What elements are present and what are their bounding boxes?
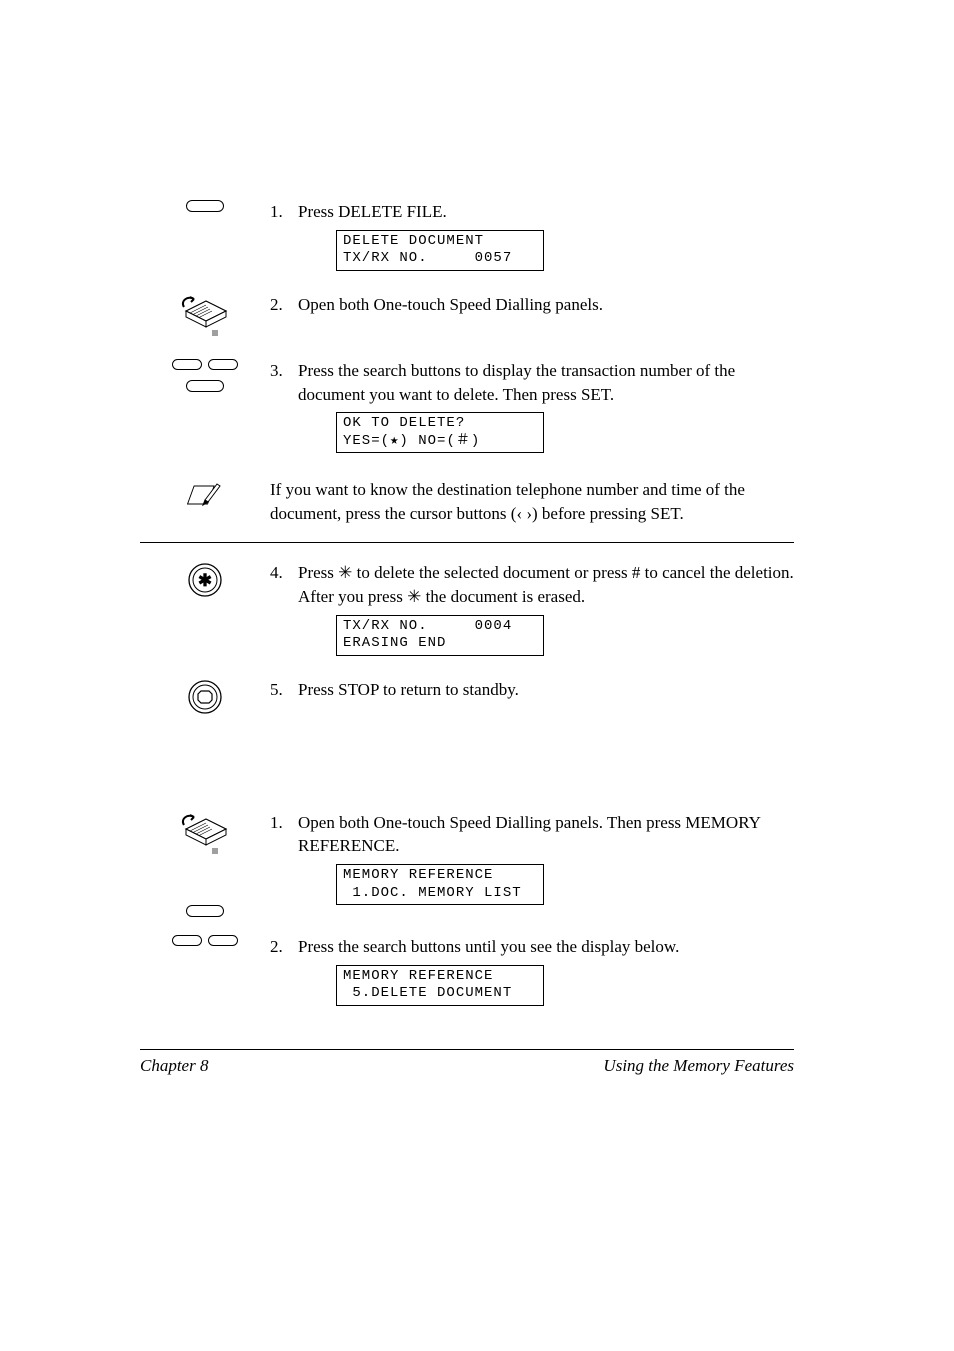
note-block: If you want to know the destination tele… [140,478,794,543]
step-number: 2. [270,935,298,959]
panels-icon [178,811,232,855]
step-content: 2. Press the search buttons until you se… [270,935,794,1006]
star-symbol: ✳ [338,563,352,582]
note-content: If you want to know the destination tele… [270,478,794,526]
step-number: 3. [270,359,298,383]
star-symbol: ✳ [407,587,421,606]
icon-col [140,478,270,508]
step-content: 1. Press DELETE FILE. DELETE DOCUMENT TX… [270,200,794,271]
step-text: Press DELETE FILE. [298,200,794,224]
icon-col [140,678,270,716]
s2-step-2: 2. Press the search buttons until you se… [140,935,794,1006]
step-content: 4. Press ✳ to delete the selected docume… [270,561,794,656]
step-text: Open both One-touch Speed Dialling panel… [298,811,794,859]
note-pencil-icon [187,478,223,508]
s2-step-1: 1. Open both One-touch Speed Dialling pa… [140,811,794,906]
step-2: 2. Open both One-touch Speed Dialling pa… [140,293,794,337]
step-number: 2. [270,293,298,317]
step-1: 1. Press DELETE FILE. DELETE DOCUMENT TX… [140,200,794,271]
step-text: Open both One-touch Speed Dialling panel… [298,293,794,317]
icon-col [140,293,270,337]
search-button-icon [208,935,238,946]
stop-key-icon [186,678,224,716]
footer-title: Using the Memory Features [603,1056,794,1076]
step-text: Press the search buttons until you see t… [298,935,794,959]
lcd-display: DELETE DOCUMENT TX/RX NO. 0057 [336,230,544,271]
step-content: 1. Open both One-touch Speed Dialling pa… [270,811,794,906]
step-number: 5. [270,678,298,702]
lcd-display: MEMORY REFERENCE 1.DOC. MEMORY LIST [336,864,544,905]
svg-text:✱: ✱ [198,571,212,590]
step-5: 5. Press STOP to return to standby. [140,678,794,716]
step-content: 2. Open both One-touch Speed Dialling pa… [270,293,794,317]
note-text: If you want to know the destination tele… [270,478,794,526]
step-4: ✱ 4. Press ✳ to delete the selected docu… [140,561,794,656]
icon-col: ✱ [140,561,270,599]
step-text-part: Press [298,563,338,582]
icon-col [140,935,270,946]
lcd-display: MEMORY REFERENCE 5.DELETE DOCUMENT [336,965,544,1006]
search-button-icon [208,359,238,370]
button-icon [186,200,224,212]
step-text: Press STOP to return to standby. [298,678,794,702]
step-text: Press the search buttons to display the … [298,359,794,407]
icon-col [140,811,270,855]
footer-chapter: Chapter 8 [140,1056,208,1076]
step-number: 1. [270,811,298,835]
button-icon [186,905,224,917]
page-footer: Chapter 8 Using the Memory Features [140,1049,794,1076]
icon-col [140,359,270,392]
set-button-icon [186,380,224,392]
panels-icon [178,293,232,337]
step-text-part: the document is erased. [421,587,585,606]
step-content: 5. Press STOP to return to standby. [270,678,794,702]
star-key-icon: ✱ [186,561,224,599]
search-button-icon [172,359,202,370]
icon-col [140,200,270,212]
step-number: 4. [270,561,298,585]
search-button-icon [172,935,202,946]
lcd-display: TX/RX NO. 0004 ERASING END [336,615,544,656]
step-content: 3. Press the search buttons to display t… [270,359,794,454]
step-number: 1. [270,200,298,224]
lcd-display: OK TO DELETE? YES=(★) NO=(＃) [336,412,544,453]
step-3: 3. Press the search buttons to display t… [140,359,794,454]
